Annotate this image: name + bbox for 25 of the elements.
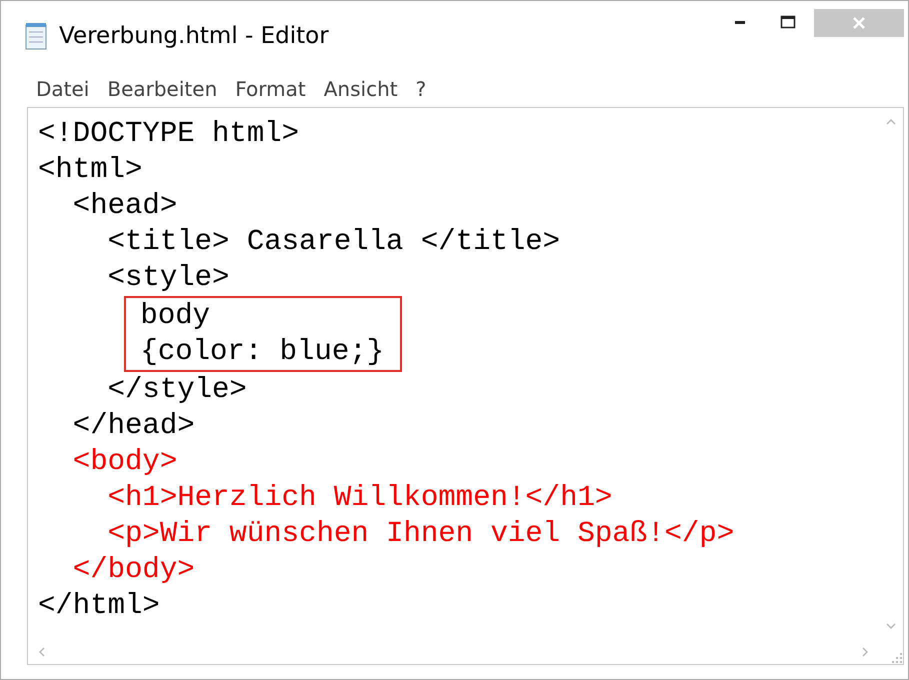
notepad-icon	[23, 22, 49, 50]
code-line: <style>	[106, 260, 230, 296]
minimize-icon	[735, 20, 745, 24]
resize-grip-icon[interactable]	[891, 652, 903, 664]
window-title: Vererbung.html - Editor	[59, 23, 330, 49]
code-line: <body>	[72, 444, 178, 480]
code-line: <!DOCTYPE html>	[38, 116, 300, 152]
code-line: <html>	[38, 152, 144, 188]
code-line: body	[140, 298, 212, 334]
code-line: <title> Casarella </title>	[106, 224, 562, 260]
code-line: </html>	[38, 588, 161, 624]
code-line: <h1>Herzlich Willkommen!</h1>	[106, 480, 614, 516]
close-icon	[852, 16, 866, 30]
code-line: <head>	[72, 188, 178, 224]
menu-item[interactable]: Format	[228, 75, 313, 103]
menu-item[interactable]: ?	[408, 75, 434, 103]
code-line: {color: blue;}	[140, 334, 384, 370]
menu-item[interactable]: Bearbeiten	[100, 75, 224, 103]
code-line: </style>	[106, 372, 248, 408]
code-line: </head>	[72, 408, 196, 444]
menu-item[interactable]: Datei	[29, 75, 96, 103]
menu-item[interactable]: Ansicht	[316, 75, 405, 103]
code-line: <p>Wir wünschen Ihnen viel Spaß!</p>	[106, 516, 736, 552]
code-line: </body>	[72, 552, 196, 588]
maximize-icon	[780, 15, 796, 29]
